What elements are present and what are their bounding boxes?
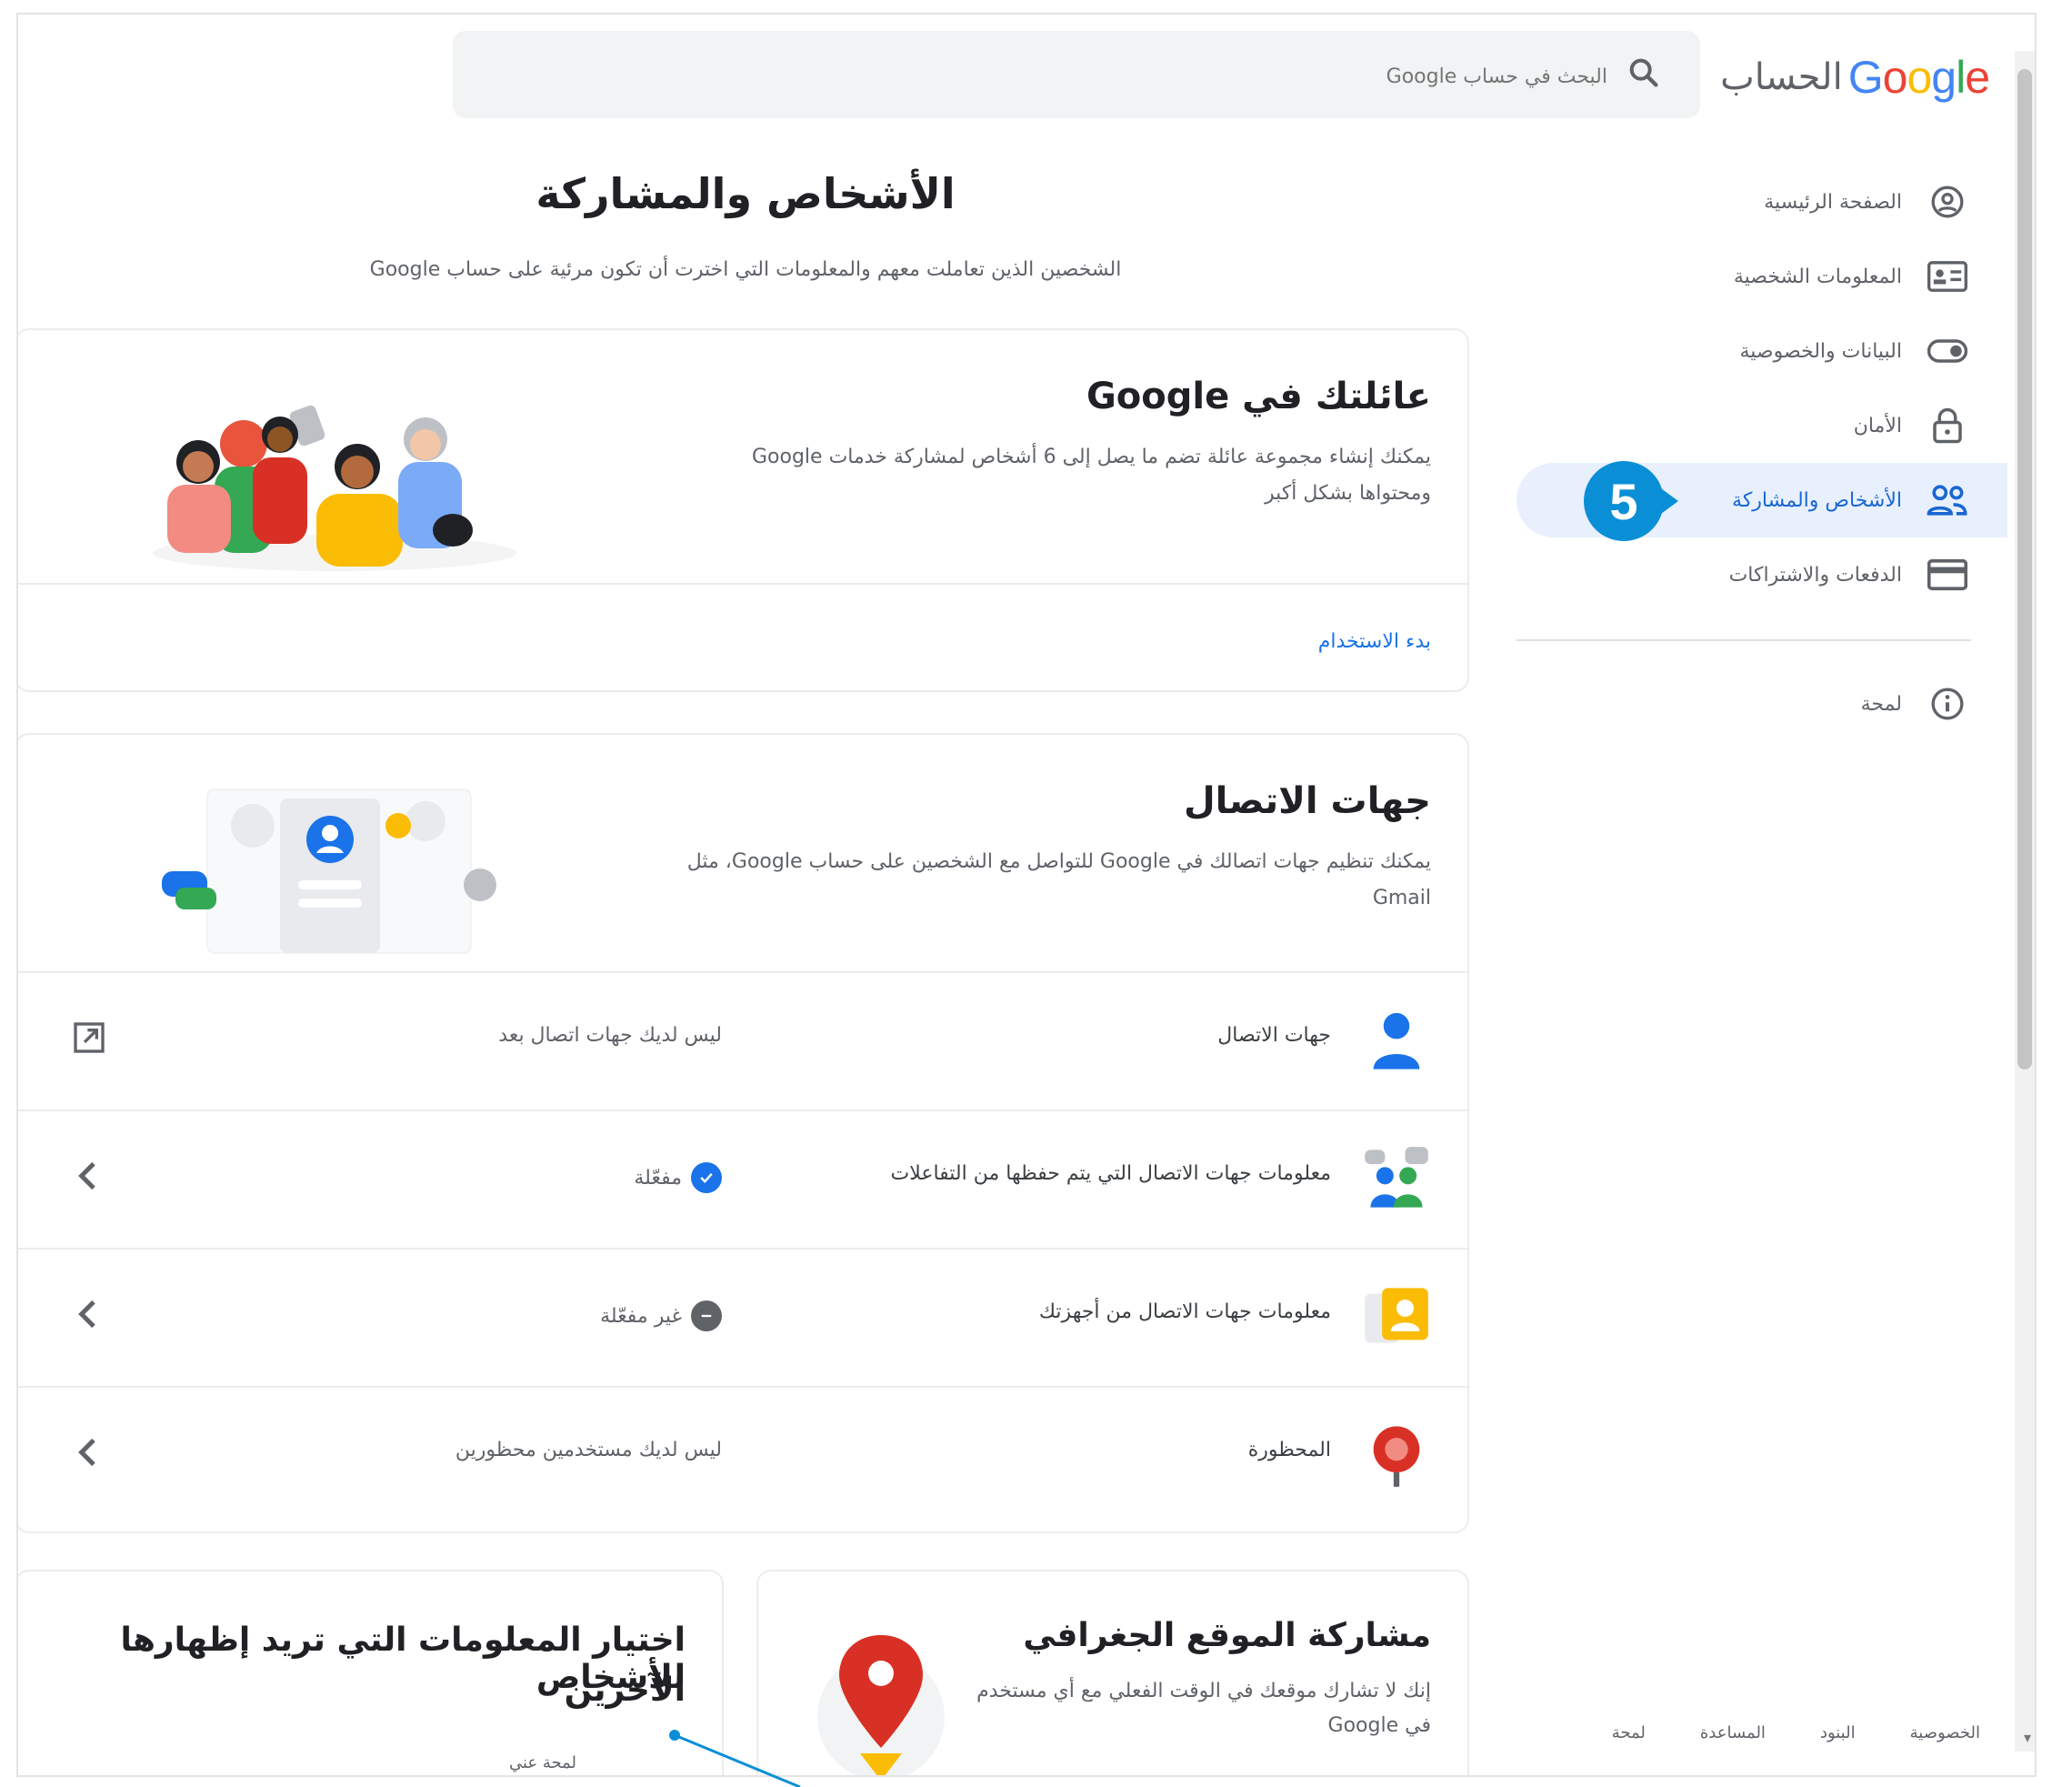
blocked-icon <box>1373 1426 1420 1487</box>
contacts-card: جهات الاتصال يمكنك تنظيم جهات اتصالك في … <box>18 733 1469 1533</box>
credit-card-icon <box>1926 553 1969 597</box>
scrollbar[interactable]: ▾ <box>2015 51 2035 1752</box>
scroll-down-arrow-icon[interactable]: ▾ <box>2024 1729 2031 1746</box>
card-description: ومحتواها بشكل أكبر <box>1265 482 1431 505</box>
account-circle-icon <box>1926 180 1969 224</box>
step-pointer-arrow <box>1651 481 1678 521</box>
row-divider <box>18 971 1467 973</box>
sidebar-item-people-sharing[interactable]: الأشخاص والمشاركة 5 <box>1516 461 2007 541</box>
row-label: معلومات جهات الاتصال التي يتم حفظها من ا… <box>890 1162 1332 1185</box>
card-description: يمكنك إنشاء مجموعة عائلة تضم ما يصل إلى … <box>751 446 1431 468</box>
browser-frame: Google الحساب الصفحة الرئيسية المعلومات … <box>16 13 2037 1777</box>
card-description: Gmail <box>1372 887 1431 909</box>
scrollbar-thumb[interactable] <box>2017 69 2032 1069</box>
row-value-text: غير مفعّلة <box>600 1304 682 1328</box>
info-icon <box>1926 682 1969 726</box>
toggle-icon <box>1926 329 1969 373</box>
lock-icon <box>1926 404 1969 447</box>
card-description: في Google <box>1327 1714 1431 1737</box>
search-icon[interactable] <box>1626 55 1662 91</box>
sidebar-item-label: لمحة <box>1860 692 1902 716</box>
row-divider <box>18 1248 1467 1250</box>
list-item-blocked[interactable]: المحظورة ليس لديك مستخدمين محظورين <box>18 1386 1467 1522</box>
sidebar-item-payments[interactable]: الدفعات والاشتراكات <box>1516 537 2007 612</box>
footer-terms-link[interactable]: البنود <box>1820 1723 1856 1742</box>
check-circle-icon <box>691 1162 722 1193</box>
footer-privacy-link[interactable]: الخصوصية <box>1910 1723 1980 1742</box>
row-value: غير مفعّلة <box>600 1300 722 1331</box>
sidebar-item-home[interactable]: الصفحة الرئيسية <box>1516 165 2007 239</box>
sidebar-item-data-privacy[interactable]: البيانات والخصوصية <box>1516 314 2007 388</box>
row-label: المحظورة <box>1247 1439 1331 1461</box>
row-divider <box>18 1386 1467 1388</box>
row-value-text: ليس لديك مستخدمين محظورين <box>455 1439 722 1461</box>
row-value-text: مفعّلة <box>634 1166 682 1190</box>
row-value: مفعّلة <box>634 1162 722 1193</box>
device-contacts-icon <box>1365 1288 1428 1343</box>
card-title: الآخرين <box>564 1672 686 1709</box>
sidebar-item-label: الأمان <box>1853 414 1902 437</box>
row-label: جهات الاتصال <box>1217 1024 1331 1047</box>
list-item-interactions[interactable]: معلومات جهات الاتصال التي يتم حفظها من ا… <box>18 1109 1467 1246</box>
sidebar-divider <box>1516 639 1971 641</box>
sidebar-item-label: البيانات والخصوصية <box>1739 339 1902 363</box>
location-sharing-card[interactable]: مشاركة الموقع الجغرافي إنك لا تشارك موقع… <box>756 1570 1469 1775</box>
contacts-illustration <box>162 788 496 954</box>
card-title: مشاركة الموقع الجغرافي <box>1023 1617 1431 1654</box>
card-title: جهات الاتصال <box>1183 780 1431 822</box>
search-bar[interactable] <box>453 31 1700 118</box>
row-value: ليس لديك مستخدمين محظورين <box>455 1439 722 1461</box>
footer-links: الخصوصية البنود المساعدة لمحة <box>1612 1723 1980 1742</box>
sidebar-item-label: الأشخاص والمشاركة <box>1732 488 1902 512</box>
sidebar-item-label: الدفعات والاشتراكات <box>1728 563 1902 587</box>
row-divider <box>18 1109 1467 1111</box>
sidebar-item-personal-info[interactable]: المعلومات الشخصية <box>1516 239 2007 314</box>
page-title: الأشخاص والمشاركة <box>536 169 956 218</box>
open-external-icon[interactable] <box>71 1017 107 1059</box>
sidebar-item-security[interactable]: الأمان <box>1516 388 2007 463</box>
list-item-device-contacts[interactable]: معلومات جهات الاتصال من أجهزتك غير مفعّل… <box>18 1248 1467 1384</box>
step-number-badge: 5 <box>1571 454 1678 548</box>
family-group-card: عائلتك في Google يمكنك إنشاء مجموعة عائل… <box>18 328 1469 692</box>
footer-about-link[interactable]: لمحة <box>1612 1723 1646 1742</box>
family-illustration <box>153 405 516 571</box>
list-item-contacts[interactable]: جهات الاتصال ليس لديك جهات اتصال بعد <box>18 971 1467 1108</box>
chevron-left-icon[interactable] <box>71 1155 107 1197</box>
row-value: ليس لديك جهات اتصال بعد <box>498 1024 722 1047</box>
card-description: إنك لا تشارك موقعك في الوقت الفعلي مع أي… <box>976 1680 1431 1702</box>
footer-help-link[interactable]: المساعدة <box>1700 1723 1766 1742</box>
sidebar-item-label: المعلومات الشخصية <box>1733 265 1902 288</box>
search-input[interactable] <box>1271 58 1607 95</box>
sidebar-item-label: الصفحة الرئيسية <box>1764 190 1902 214</box>
location-pin-icon <box>817 1635 945 1775</box>
page-subtitle: الشخصين الذين تعاملت معهم والمعلومات الت… <box>369 258 1122 281</box>
row-value-text: ليس لديك جهات اتصال بعد <box>498 1024 722 1047</box>
card-description: يمكنك تنظيم جهات اتصالك في Google للتواص… <box>686 850 1431 873</box>
google-logo: Google <box>1847 52 1990 103</box>
brand-account-label: الحساب <box>1720 56 1843 98</box>
chevron-left-icon[interactable] <box>71 1293 107 1335</box>
people-icon <box>1926 478 1969 522</box>
about-me-card[interactable]: اختيار المعلومات التي تريد إظهارها للأشخ… <box>18 1570 724 1775</box>
off-status-icon <box>691 1300 722 1331</box>
sidebar-nav: الصفحة الرئيسية المعلومات الشخصية البيان… <box>1516 165 2007 741</box>
card-title: عائلتك في Google <box>1086 376 1431 417</box>
sidebar-item-about[interactable]: لمحة <box>1516 667 2007 741</box>
chevron-left-icon[interactable] <box>71 1431 107 1473</box>
brand[interactable]: Google الحساب <box>1720 45 1990 109</box>
get-started-link[interactable]: بدء الاستخدام <box>1318 630 1431 653</box>
about-me-link[interactable]: لمحة عني <box>509 1753 576 1772</box>
interactions-icon <box>1365 1147 1428 1208</box>
contact-person-icon <box>1373 1012 1420 1069</box>
id-card-icon <box>1926 255 1969 298</box>
card-divider <box>18 583 1467 585</box>
row-label: معلومات جهات الاتصال من أجهزتك <box>1038 1300 1331 1323</box>
